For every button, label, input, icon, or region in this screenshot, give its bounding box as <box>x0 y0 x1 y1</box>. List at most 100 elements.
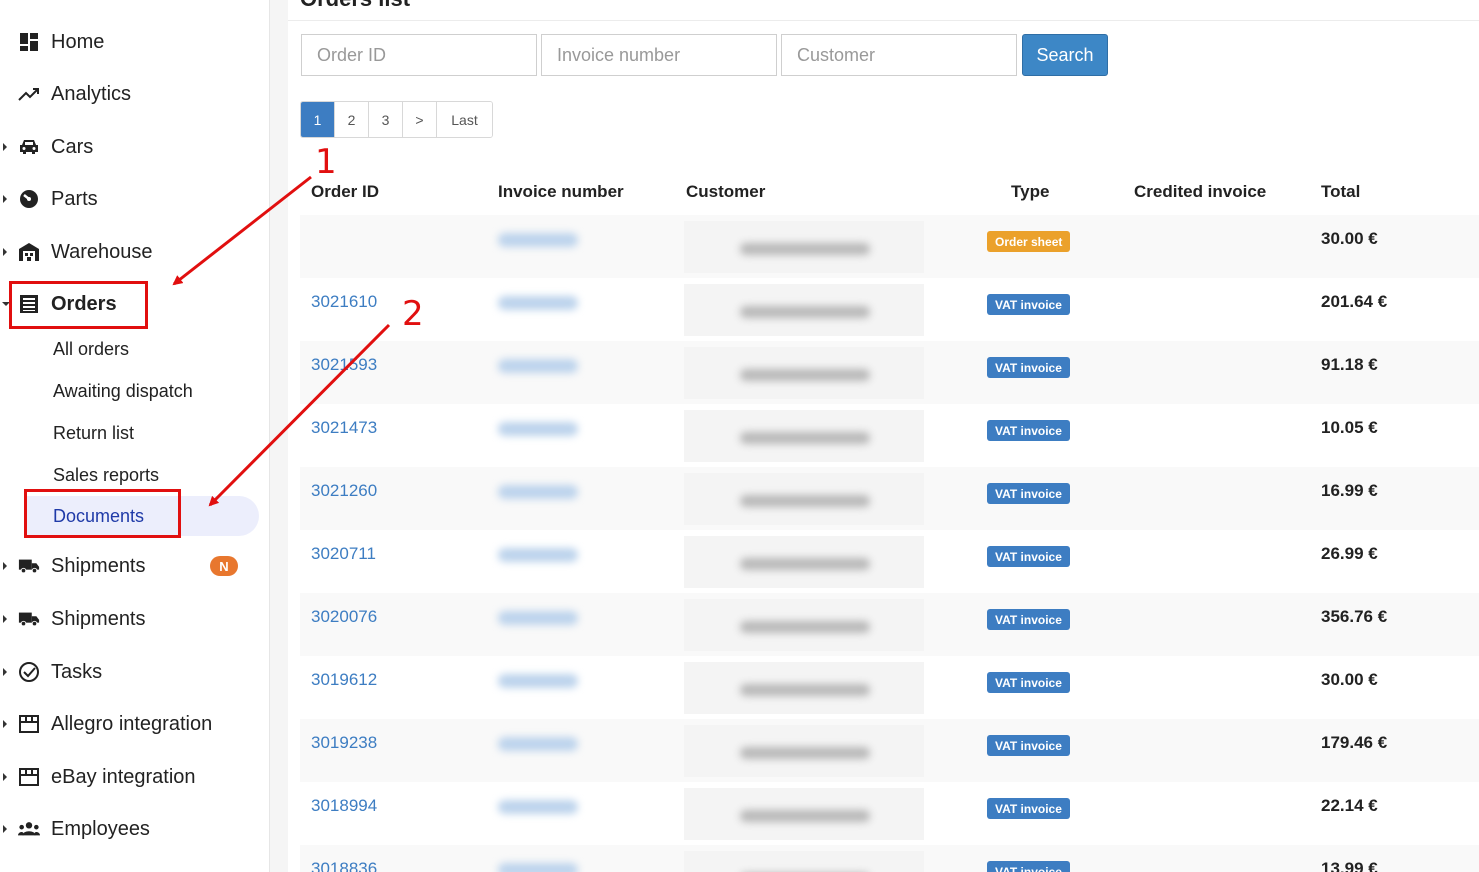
expand-caret-icon[interactable] <box>3 143 7 151</box>
next-page-button[interactable]: > <box>403 102 437 137</box>
expand-caret-icon[interactable] <box>3 825 7 833</box>
expand-caret-icon[interactable] <box>3 562 7 570</box>
expand-caret-icon[interactable] <box>3 773 7 781</box>
truck-icon <box>18 608 40 630</box>
customer-input[interactable] <box>781 34 1017 76</box>
annotation-box-orders <box>9 281 148 329</box>
customer-cell <box>684 851 924 872</box>
sidebar-subitem-label: Return list <box>53 422 135 443</box>
customer-name-redacted <box>740 306 870 318</box>
table-row[interactable]: 3020711 VAT invoice 26.99 € <box>300 530 1479 593</box>
app: Home Analytics Cars Parts Warehouse Orde… <box>0 0 1479 872</box>
sidebar-item-home[interactable]: Home <box>0 20 268 64</box>
invoice-number-link-redacted[interactable] <box>498 863 578 872</box>
table-row[interactable]: 3020076 VAT invoice 356.76 € <box>300 593 1479 656</box>
page-3-button[interactable]: 3 <box>369 102 403 137</box>
column-header-invoice-number[interactable]: Invoice number <box>498 182 624 202</box>
sidebar-item-allegro-integration[interactable]: Allegro integration <box>0 702 268 746</box>
invoice-number-link-redacted[interactable] <box>498 422 578 436</box>
sidebar-item-warehouse[interactable]: Warehouse <box>0 230 268 274</box>
invoice-number-link-redacted[interactable] <box>498 611 578 625</box>
order-id-link[interactable]: 3020076 <box>311 607 377 627</box>
search-button[interactable]: Search <box>1022 34 1108 76</box>
sidebar: Home Analytics Cars Parts Warehouse Orde… <box>0 0 270 872</box>
expand-caret-icon[interactable] <box>3 615 7 623</box>
invoice-number-link-redacted[interactable] <box>498 485 578 499</box>
new-badge: N <box>210 556 238 576</box>
order-id-link[interactable]: 3019238 <box>311 733 377 753</box>
total-value: 201.64 € <box>1321 292 1388 311</box>
order-id-link[interactable]: 3020711 <box>311 544 376 564</box>
total-value: 26.99 € <box>1321 544 1378 563</box>
sidebar-item-employees[interactable]: Employees <box>0 807 268 851</box>
order-id-link[interactable]: 3021260 <box>311 481 377 501</box>
table-row[interactable]: 3021593 VAT invoice 91.18 € <box>300 341 1479 404</box>
invoice-number-link-redacted[interactable] <box>498 800 578 814</box>
expand-caret-icon[interactable] <box>3 668 7 676</box>
invoice-number-input[interactable] <box>541 34 777 76</box>
customer-name-redacted <box>740 747 870 759</box>
sidebar-item-ebay-integration[interactable]: eBay integration <box>0 755 268 799</box>
sidebar-subitem-label: Sales reports <box>53 464 160 485</box>
column-header-customer[interactable]: Customer <box>686 182 765 202</box>
sidebar-item-label: Allegro integration <box>51 712 213 735</box>
table-row[interactable]: 3018836 VAT invoice 13.99 € <box>300 845 1479 872</box>
table-row[interactable]: 3019238 VAT invoice 179.46 € <box>300 719 1479 782</box>
invoice-number-link-redacted[interactable] <box>498 674 578 688</box>
order-id-link[interactable]: 3021473 <box>311 418 377 438</box>
sidebar-item-label: Tasks <box>51 660 103 683</box>
sidebar-item-parts[interactable]: Parts <box>0 177 268 221</box>
page-2-button[interactable]: 2 <box>335 102 369 137</box>
expand-caret-icon[interactable] <box>3 248 7 256</box>
order-id-link[interactable]: 3018836 <box>311 859 377 872</box>
column-header-total[interactable]: Total <box>1321 182 1360 202</box>
sidebar-subitem-all-orders[interactable]: All orders <box>0 329 268 369</box>
sidebar-item-shipments[interactable]: Shipments <box>0 597 268 641</box>
total-value: 13.99 € <box>1321 859 1378 872</box>
main-content: Orders list Search 1 2 3 > Last Order ID… <box>288 0 1479 872</box>
last-page-button[interactable]: Last <box>437 102 492 137</box>
order-id-link[interactable]: 3019612 <box>311 670 377 690</box>
pagination: 1 2 3 > Last <box>300 101 493 138</box>
table-row[interactable]: 3021260 VAT invoice 16.99 € <box>300 467 1479 530</box>
invoice-number-link-redacted[interactable] <box>498 548 578 562</box>
invoice-number-link-redacted[interactable] <box>498 233 578 247</box>
sidebar-item-analytics[interactable]: Analytics <box>0 72 268 116</box>
sidebar-subitem-awaiting-dispatch[interactable]: Awaiting dispatch <box>0 371 268 411</box>
type-badge: VAT invoice <box>987 357 1070 378</box>
invoice-number-link-redacted[interactable] <box>498 737 578 751</box>
order-id-link[interactable]: 3021610 <box>311 292 377 312</box>
car-icon <box>18 136 40 158</box>
total-value: 356.76 € <box>1321 607 1388 626</box>
type-badge: Order sheet <box>987 231 1071 252</box>
order-id-input[interactable] <box>301 34 537 76</box>
order-id-link[interactable]: 3021593 <box>311 355 377 375</box>
total-value: 22.14 € <box>1321 796 1378 815</box>
table-row[interactable]: Order sheet 30.00 € <box>300 215 1479 278</box>
total-value: 16.99 € <box>1321 481 1378 500</box>
table-row[interactable]: 3021473 VAT invoice 10.05 € <box>300 404 1479 467</box>
annotation-number-1: 1 <box>315 142 337 182</box>
expand-caret-icon[interactable] <box>3 195 7 203</box>
page-1-button[interactable]: 1 <box>301 102 335 137</box>
table-row[interactable]: 3018994 VAT invoice 22.14 € <box>300 782 1479 845</box>
store-icon <box>18 713 40 735</box>
invoice-number-link-redacted[interactable] <box>498 296 578 310</box>
people-icon <box>18 818 40 840</box>
table-row[interactable]: 3021610 VAT invoice 201.64 € <box>300 278 1479 341</box>
expand-caret-icon[interactable] <box>3 720 7 728</box>
sidebar-subitem-return-list[interactable]: Return list <box>0 413 268 453</box>
sidebar-item-shipments-new[interactable]: Shipments N <box>0 544 268 588</box>
type-badge: VAT invoice <box>987 483 1070 504</box>
customer-name-redacted <box>740 243 870 255</box>
table-row[interactable]: 3019612 VAT invoice 30.00 € <box>300 656 1479 719</box>
sidebar-item-label: Analytics <box>51 82 132 105</box>
order-id-link[interactable]: 3018994 <box>311 796 377 816</box>
sidebar-item-label: Home <box>51 30 105 53</box>
invoice-number-link-redacted[interactable] <box>498 359 578 373</box>
column-header-credited-invoice[interactable]: Credited invoice <box>1134 182 1266 202</box>
sidebar-item-cars[interactable]: Cars <box>0 125 268 169</box>
column-header-type[interactable]: Type <box>1011 182 1049 202</box>
sidebar-item-tasks[interactable]: Tasks <box>0 650 268 694</box>
column-header-order-id[interactable]: Order ID <box>311 182 379 202</box>
